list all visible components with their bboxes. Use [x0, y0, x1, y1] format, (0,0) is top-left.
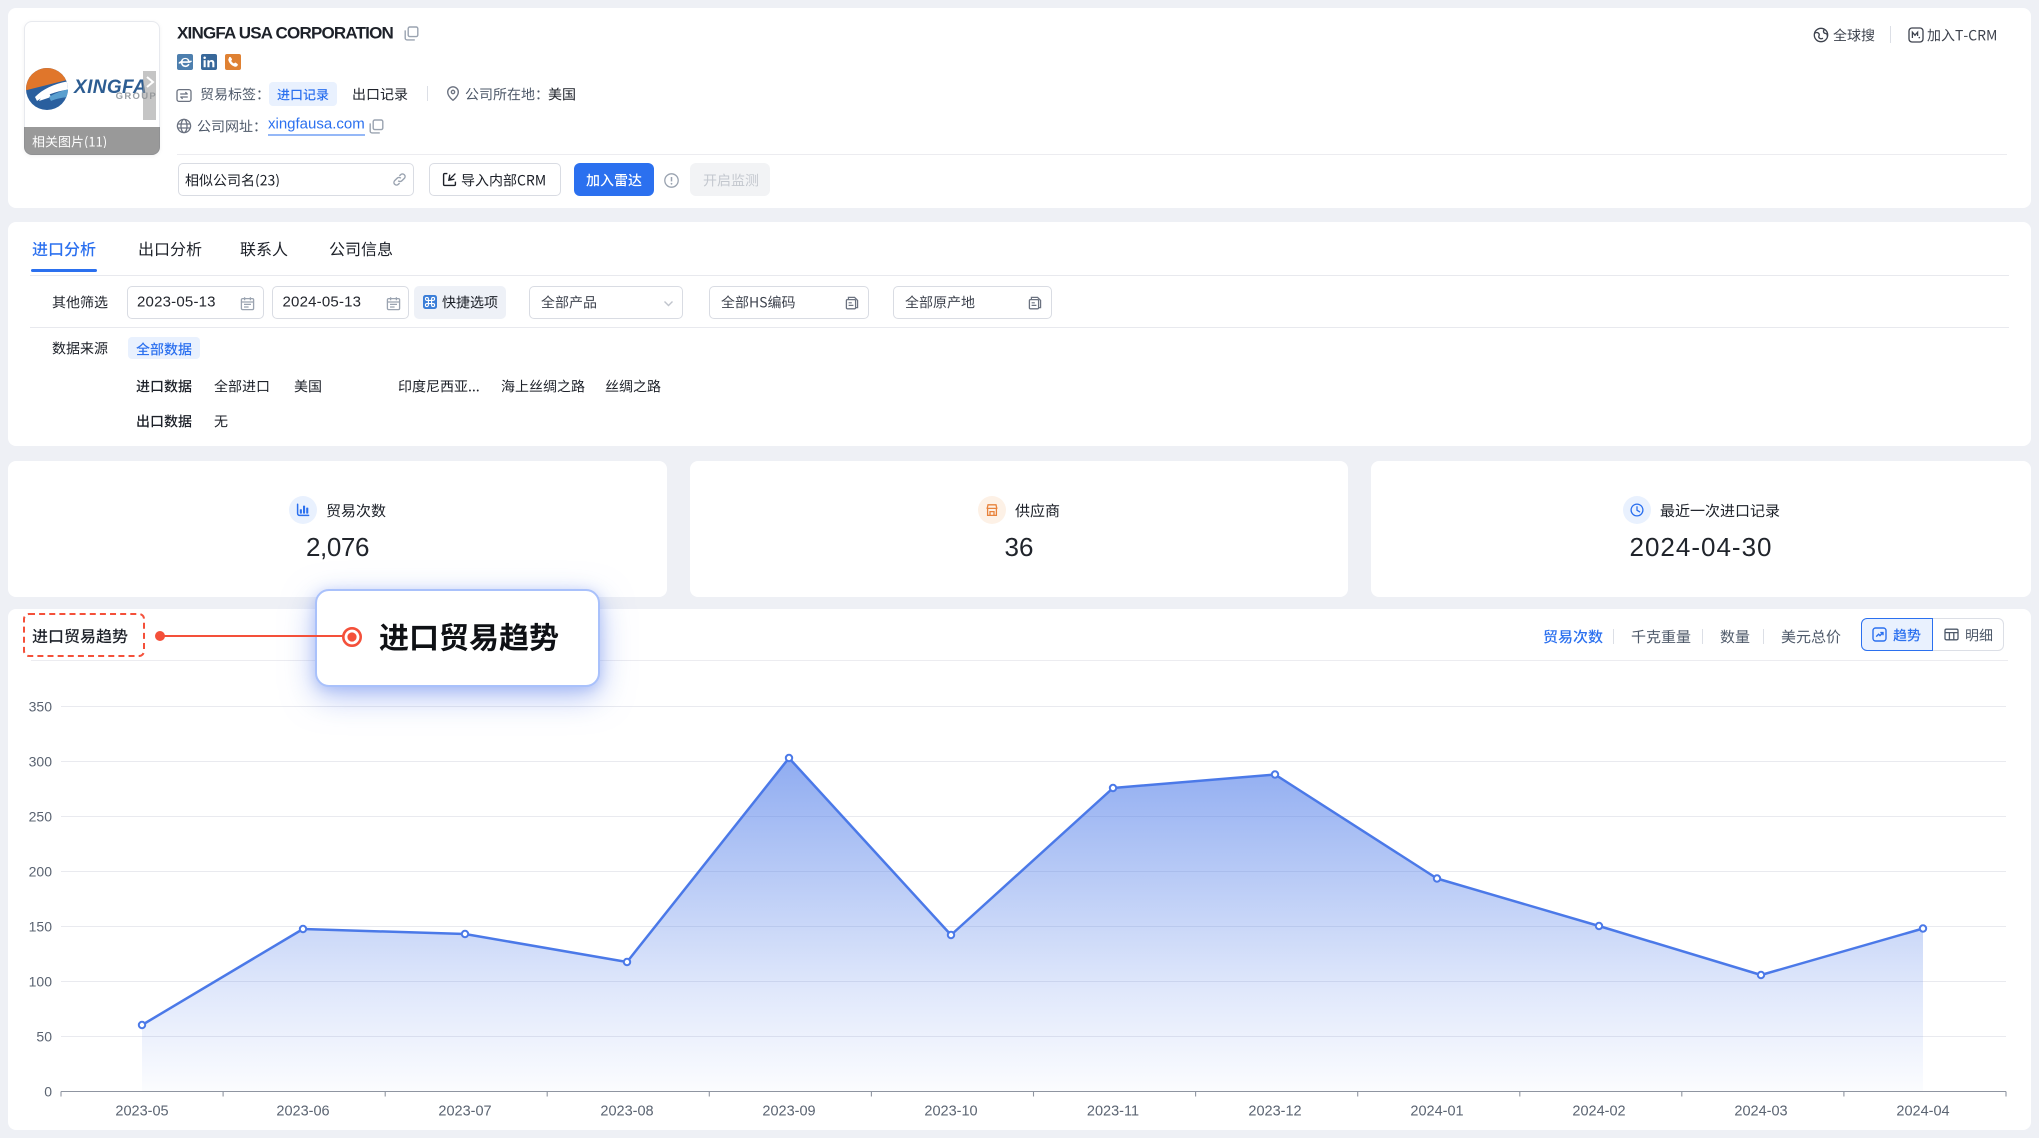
svg-text:2023-11: 2023-11	[1087, 1104, 1139, 1120]
svg-text:300: 300	[29, 754, 53, 770]
svg-text:2023-08: 2023-08	[600, 1104, 653, 1120]
svg-text:150: 150	[29, 919, 53, 935]
svg-text:2024-04: 2024-04	[1896, 1104, 1949, 1120]
svg-text:2024-03: 2024-03	[1734, 1104, 1787, 1120]
svg-text:50: 50	[36, 1029, 52, 1045]
svg-text:0: 0	[44, 1084, 52, 1100]
svg-text:2023-06: 2023-06	[276, 1104, 329, 1120]
svg-text:2023-07: 2023-07	[438, 1104, 491, 1120]
svg-text:2023-10: 2023-10	[924, 1104, 977, 1120]
svg-text:2023-05: 2023-05	[115, 1104, 168, 1120]
svg-text:2023-12: 2023-12	[1248, 1104, 1301, 1120]
svg-text:250: 250	[29, 809, 53, 825]
svg-text:2024-02: 2024-02	[1572, 1104, 1625, 1120]
svg-text:350: 350	[29, 699, 53, 715]
svg-text:2023-09: 2023-09	[762, 1104, 815, 1120]
svg-text:100: 100	[29, 974, 53, 990]
svg-text:2024-01: 2024-01	[1410, 1104, 1463, 1120]
svg-text:200: 200	[29, 864, 53, 880]
